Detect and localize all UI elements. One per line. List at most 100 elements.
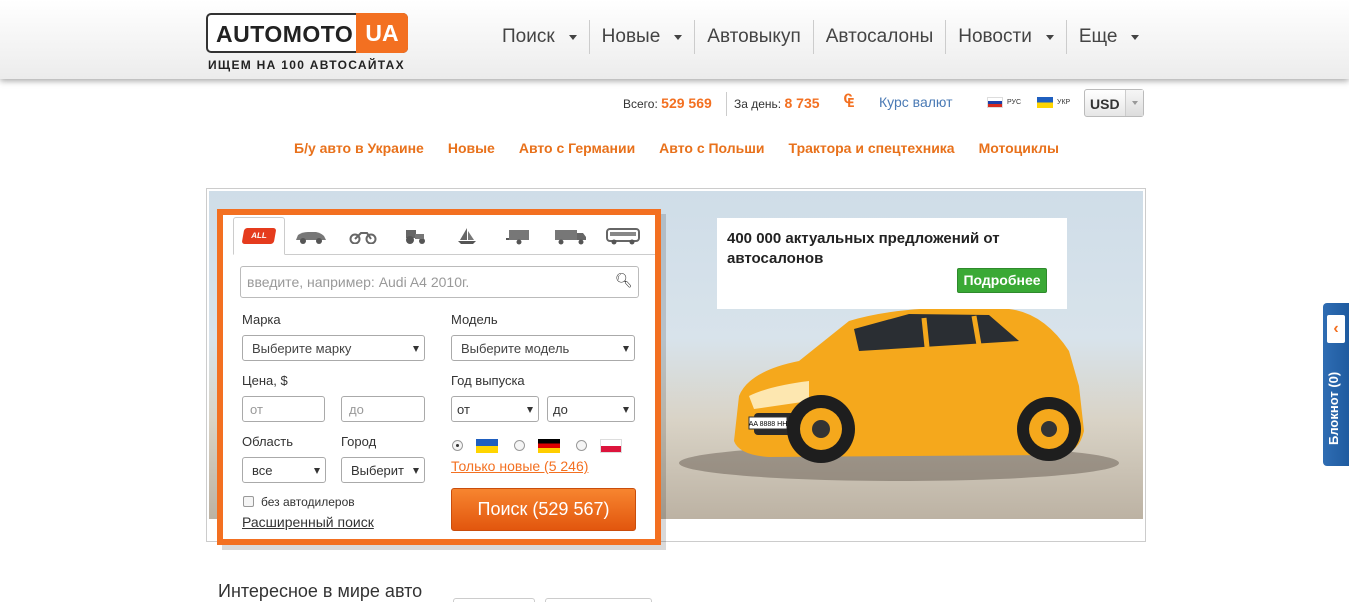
- nav-label: Новые: [601, 26, 661, 47]
- currency-value: USD: [1090, 96, 1120, 112]
- tab-moto[interactable]: [337, 217, 389, 255]
- tab-buses[interactable]: [597, 217, 649, 255]
- model-label: Модель: [451, 312, 498, 327]
- country-radio-ukraine[interactable]: [452, 440, 463, 451]
- poland-flag-icon: [600, 439, 622, 453]
- main-nav: Поиск Новые Автовыкуп Автосалоны Новости…: [490, 20, 1151, 54]
- nav-item-more[interactable]: Еще: [1065, 20, 1152, 54]
- russia-flag-icon: [987, 97, 1003, 108]
- nav-item-search[interactable]: Поиск: [490, 20, 589, 54]
- tab-trucks[interactable]: [545, 217, 597, 255]
- chevron-down-icon: [1045, 34, 1054, 40]
- category-link-poland[interactable]: Авто с Польши: [659, 140, 764, 156]
- tractor-icon: [406, 230, 425, 244]
- promo-box: 400 000 актуальных предложений от автоса…: [717, 218, 1067, 309]
- chevron-down-icon: [1131, 34, 1140, 40]
- year-to-select[interactable]: до: [547, 396, 635, 422]
- day-value: 8 735: [784, 95, 820, 111]
- tab-cars[interactable]: [285, 217, 337, 255]
- nav-label: Новости: [958, 26, 1032, 47]
- bus-icon: [606, 228, 640, 245]
- advanced-search-link[interactable]: Расширенный поиск: [242, 514, 374, 530]
- chevron-down-icon: [674, 34, 683, 40]
- total-count: Всего: 529 569: [623, 95, 712, 111]
- currency-select[interactable]: USD: [1084, 89, 1144, 117]
- lang-ru[interactable]: РУС: [987, 97, 1021, 108]
- country-radio-germany[interactable]: [514, 440, 525, 451]
- logo-text: AUTOMOTO: [216, 21, 354, 47]
- region-label: Область: [242, 434, 294, 449]
- trailer-icon: [506, 230, 529, 245]
- notebook-label: Блокнот (0): [1326, 371, 1341, 445]
- price-from-input[interactable]: от: [242, 396, 325, 422]
- category-links: Б/у авто в Украине Новые Авто с Германии…: [282, 140, 1071, 156]
- day-label: За день:: [734, 97, 782, 111]
- model-select[interactable]: Выберите модель: [451, 335, 635, 361]
- sailboat-icon: [458, 228, 476, 244]
- lang-ru-label: РУС: [1007, 99, 1022, 106]
- logo-ua: UA: [356, 13, 408, 53]
- site-logo[interactable]: AUTOMOTO UA: [206, 13, 408, 53]
- nav-label: Поиск: [502, 26, 555, 47]
- tab-trailers[interactable]: [493, 217, 545, 255]
- category-link-tractors[interactable]: Трактора и спецтехника: [789, 140, 955, 156]
- all-vehicles-icon: ALL: [241, 228, 277, 244]
- nav-label: Автосалоны: [825, 26, 934, 47]
- ukraine-flag-icon: [476, 439, 498, 453]
- tab-boats[interactable]: [441, 217, 493, 255]
- category-link-new[interactable]: Новые: [448, 140, 495, 156]
- price-label: Цена, $: [242, 373, 288, 388]
- country-radio-poland[interactable]: [576, 440, 587, 451]
- search-icon[interactable]: 🔍︎: [615, 272, 633, 289]
- lang-ua-label: УКР: [1057, 99, 1071, 106]
- nav-label: Еще: [1078, 26, 1118, 47]
- category-link-germany[interactable]: Авто с Германии: [519, 140, 635, 156]
- chevron-down-icon: [568, 34, 577, 40]
- motorcycle-icon: [349, 232, 377, 244]
- total-value: 529 569: [661, 95, 712, 111]
- divider: [726, 92, 727, 116]
- only-new-link[interactable]: Только новые (5 246): [451, 458, 588, 474]
- year-from-select[interactable]: от: [451, 396, 539, 422]
- day-count: За день: 8 735: [734, 95, 820, 111]
- truck-icon: [555, 230, 586, 245]
- ukraine-flag-icon: [1037, 97, 1053, 108]
- promo-more-button[interactable]: Подробнее: [957, 268, 1047, 293]
- germany-flag-icon: [538, 439, 560, 453]
- region-select[interactable]: все: [242, 457, 326, 483]
- tab-tractors[interactable]: [389, 217, 441, 255]
- nav-item-buyout[interactable]: Автовыкуп: [694, 20, 812, 54]
- nav-label: Автовыкуп: [707, 26, 801, 47]
- price-to-input[interactable]: до: [341, 396, 425, 422]
- search-input[interactable]: введите, например: Audi A4 2010г.: [240, 266, 639, 298]
- search-panel: ALL введите, например: Audi A4 2010г. 🔍︎…: [217, 209, 661, 545]
- car-icon: [296, 232, 326, 244]
- nav-item-new[interactable]: Новые: [588, 20, 695, 54]
- chevron-left-icon: ‹: [1327, 315, 1345, 343]
- nav-item-dealers[interactable]: Автосалоны: [812, 20, 946, 54]
- tab-stub[interactable]: [545, 598, 652, 602]
- tab-all[interactable]: ALL: [233, 217, 285, 255]
- no-dealers-label: без автодилеров: [261, 495, 355, 509]
- notebook-tab[interactable]: ‹ Блокнот (0): [1323, 303, 1349, 466]
- lang-ua[interactable]: УКР: [1037, 97, 1070, 108]
- year-label: Год выпуска: [451, 373, 525, 388]
- logo-tagline: ИЩЕМ НА 100 АВТОСАЙТАХ: [208, 58, 405, 72]
- city-label: Город: [341, 434, 377, 449]
- no-dealers-checkbox[interactable]: [243, 496, 254, 507]
- exchange-rates-link[interactable]: Курс валют: [879, 94, 953, 110]
- make-select[interactable]: Выберите марку: [242, 335, 425, 361]
- site-header: AUTOMOTO UA ИЩЕМ НА 100 АВТОСАЙТАХ Поиск…: [0, 0, 1349, 79]
- nav-item-news[interactable]: Новости: [945, 20, 1066, 54]
- license-plate: AA 8888 HH: [749, 421, 788, 428]
- category-link-used[interactable]: Б/у авто в Украине: [294, 140, 424, 156]
- tab-stub[interactable]: [453, 598, 535, 602]
- search-button[interactable]: Поиск (529 567): [451, 488, 636, 531]
- section-title: Интересное в мире авто: [218, 581, 423, 601]
- category-link-moto[interactable]: Мотоциклы: [979, 140, 1059, 156]
- currency-exchange-icon: ₠: [844, 91, 855, 111]
- make-label: Марка: [242, 312, 281, 327]
- total-label: Всего:: [623, 97, 658, 111]
- chevron-down-icon: [1125, 90, 1143, 116]
- city-select[interactable]: Выберит: [341, 457, 425, 483]
